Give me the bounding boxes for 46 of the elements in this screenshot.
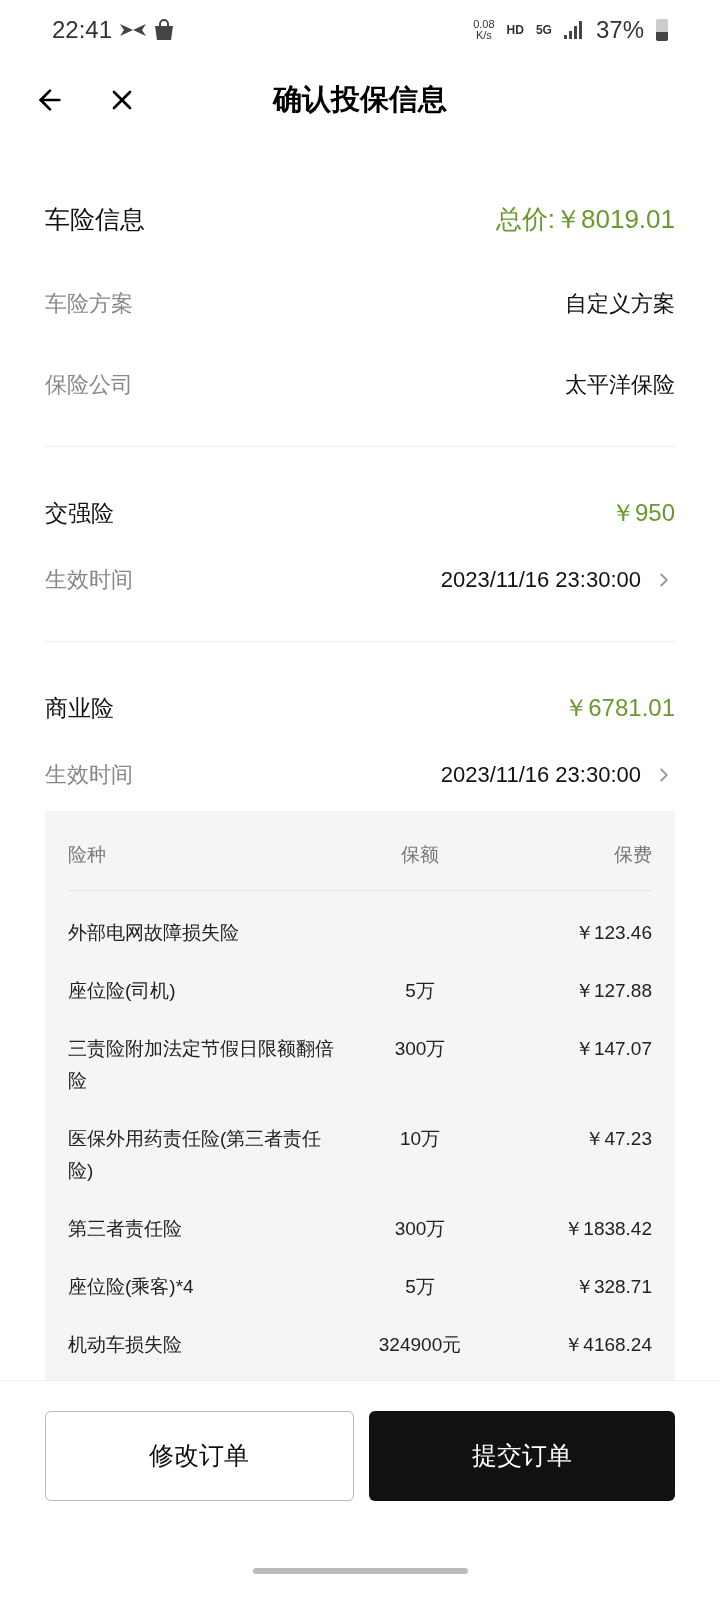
table-cell-text: 10万: [399, 1126, 441, 1151]
submit-button[interactable]: 提交订单: [368, 1411, 675, 1501]
field-label: 保险公司: [45, 371, 133, 399]
field-label: 车险方案: [45, 290, 133, 318]
table-cell-text: ￥47.23: [585, 1126, 652, 1151]
table-cell-text: 5万: [405, 1274, 435, 1299]
section-title: 商业险: [45, 693, 114, 723]
table-cell-text: ￥1838.42: [564, 1216, 652, 1241]
table-cell-text: ￥328.71: [574, 1274, 652, 1299]
speed-unit: K/s: [475, 30, 492, 41]
speed-value: 0.08: [473, 19, 495, 30]
table-cell-text: 324900元: [378, 1332, 462, 1357]
table-cell-text: 外部电网故障损失险: [68, 920, 240, 945]
edit-button[interactable]: 修改订单: [45, 1411, 354, 1501]
battery-percent: 37%: [595, 15, 644, 45]
field-label: 生效时间: [45, 761, 133, 789]
date-picker[interactable]: 2023/11/16 23:30:00: [440, 563, 675, 596]
table-cell-text: 座位险(司机): [68, 978, 177, 1003]
field-value: 太平洋保险: [565, 371, 675, 399]
column-header: 保费: [613, 843, 652, 867]
clock: 22:41: [52, 15, 113, 45]
table-cell-text: ￥4168.24: [564, 1332, 652, 1357]
table-cell-text: 300万: [394, 1216, 446, 1241]
table-cell-text: ￥147.07: [574, 1036, 652, 1061]
field-value: 自定义方案: [565, 290, 675, 318]
table-cell-text: ￥127.88: [574, 978, 652, 1003]
table-cell-text: ￥123.46: [574, 920, 652, 945]
section-title: 车险信息: [45, 203, 145, 235]
table-cell-text: 5万: [405, 978, 435, 1003]
table-cell-text: 座位险(乘客)*4: [68, 1274, 195, 1299]
price: ￥6781.01: [564, 693, 675, 723]
field-label: 生效时间: [45, 566, 133, 594]
network-indicator: 5G: [535, 22, 552, 39]
page-title: 确认投保信息: [273, 82, 447, 118]
column-header: 险种: [68, 843, 107, 867]
price: 总价:￥8019.01: [495, 203, 675, 236]
hd-indicator: HD: [506, 22, 524, 39]
table-cell-text: 三责险附加法定节假日限额翻倍险: [68, 1036, 335, 1093]
table-cell-text: 300万: [394, 1036, 446, 1061]
table-cell-text: 医保外用药责任险(第三者责任险): [68, 1126, 323, 1183]
table-cell-text: 机动车损失险: [68, 1332, 183, 1357]
price: ￥950: [610, 498, 675, 528]
section-title: 交强险: [45, 498, 114, 528]
table-cell-text: 第三者责任险: [68, 1216, 183, 1241]
column-header: 保额: [400, 843, 440, 867]
date-picker[interactable]: 2023/11/16 23:30:00: [440, 758, 675, 791]
